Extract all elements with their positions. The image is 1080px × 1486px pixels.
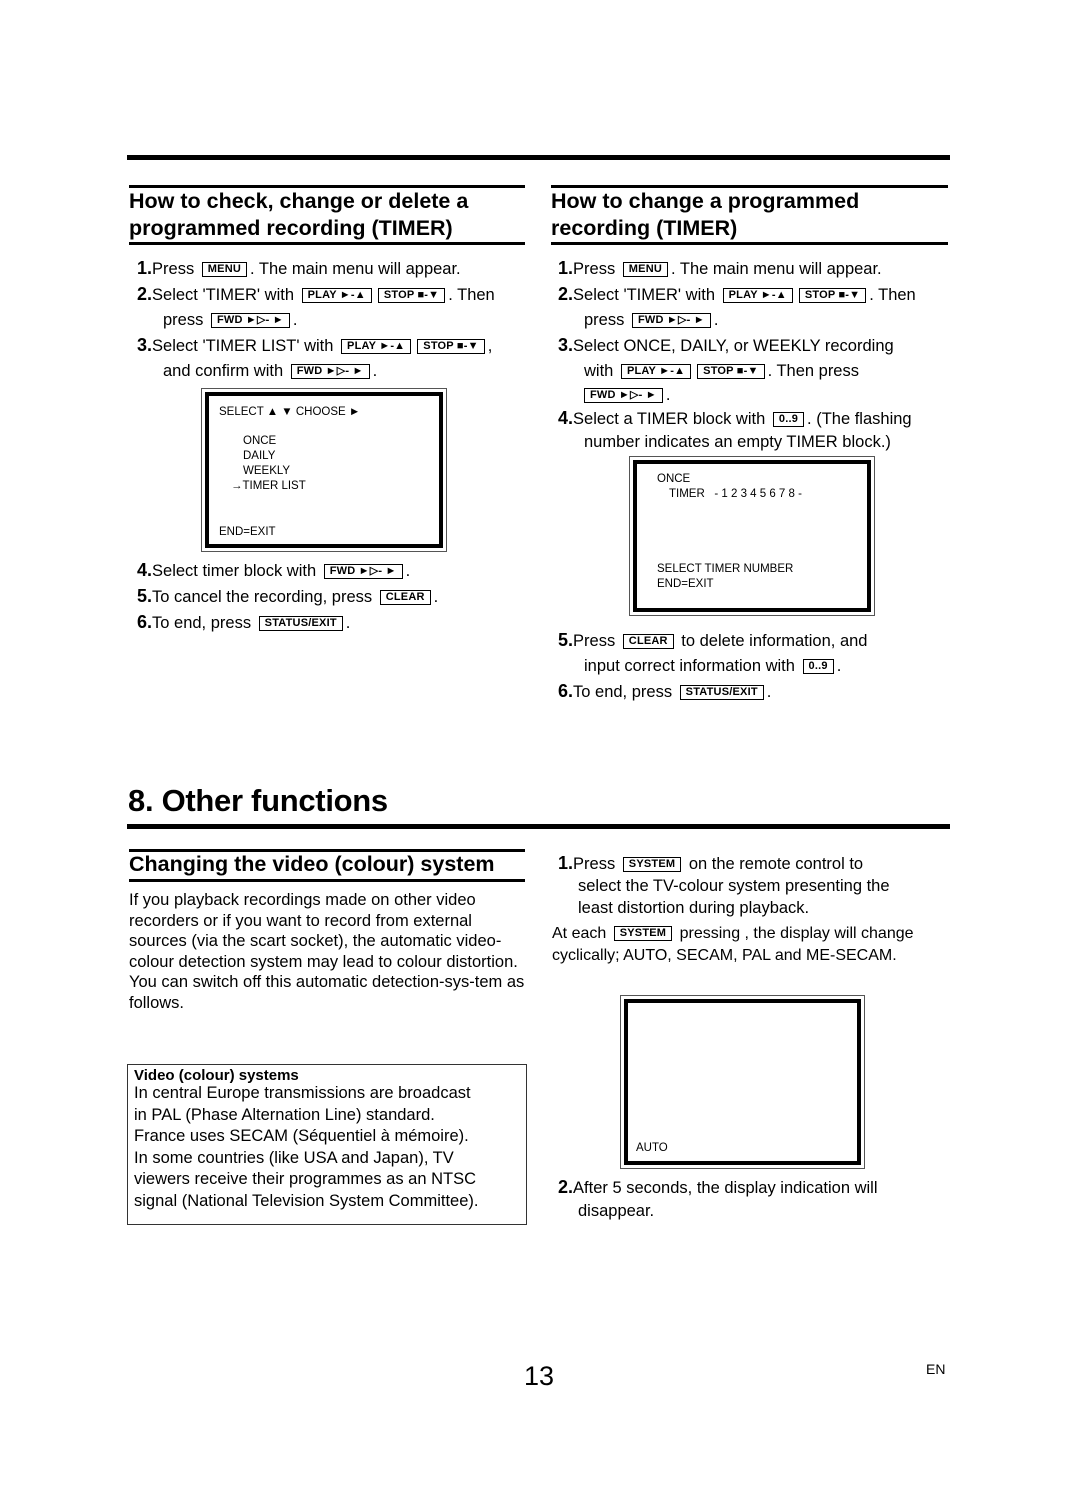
osd-once: ONCE [243,435,277,447]
step-2-cont: press FWD ►▷- ►. [584,311,719,329]
step-5-cont: input correct information with 0..9. [584,657,842,675]
step-3-cont2: FWD ►▷- ►. [558,384,916,406]
status-exit-key: STATUS/EXIT [679,685,764,700]
timer-menu-osd: SELECT ▲ ▼ CHOOSE ► ONCE DAILY WEEKLY →T… [201,388,447,552]
step-4: 4.Select a TIMER block with 0..9. (The f… [558,408,912,428]
clear-key: CLEAR [379,590,431,605]
step-1: 1.Press MENU. The main menu will appear. [137,258,461,278]
system-key: SYSTEM [622,857,682,872]
colour-system-osd: AUTO [620,995,865,1169]
colour-heading-rule-bottom [129,879,525,882]
colour-section-title: Changing the video (colour) system [129,852,495,876]
right-steps-1-4: 1.Press MENU. The main menu will appear.… [558,256,916,453]
language-label: EN [926,1361,946,1377]
step-2: 2.Select 'TIMER' with PLAY ►-▲ STOP ■-▼. … [137,284,495,304]
step-4-cont: number indicates an empty TIMER block.) [584,433,891,451]
chapter-title: 8. Other functions [128,783,388,818]
menu-key: MENU [201,262,247,277]
osd-timer-numbers: TIMER - 1 2 3 4 5 6 7 8 - [669,488,802,500]
fwd-key: FWD ►▷- ► [631,313,711,328]
fwd-key: FWD ►▷- ► [210,313,290,328]
digits-key: 0..9 [772,412,805,427]
right-section-title: How to change a programmed recording (TI… [551,189,860,240]
step-5: 5.Press CLEAR to delete information, and [558,630,868,650]
osd-end-exit: END=EXIT [657,578,714,590]
step-6: 6.To end, press STATUS/EXIT. [558,681,772,701]
colour-para-2: You can switch off this automatic detect… [129,973,525,1012]
osd-once: ONCE [657,473,691,485]
step-3-cont: with PLAY ►-▲ STOP ■-▼. Then press [584,362,859,380]
info-box-title: Video (colour) systems [134,1067,299,1084]
osd-select-line: SELECT ▲ ▼ CHOOSE ► [219,406,361,418]
step-6: 6.To end, press STATUS/EXIT. [137,612,351,632]
osd-auto: AUTO [636,1142,668,1154]
top-rule [127,155,950,160]
step-4: 4.Select timer block with FWD ►▷- ►. [137,560,411,580]
left-steps-1-3: 1.Press MENU. The main menu will appear.… [137,256,495,384]
colour-para-1: If you playback recordings made on other… [129,891,518,971]
status-exit-key: STATUS/EXIT [258,616,343,631]
clear-key: CLEAR [622,634,674,649]
play-key: PLAY ►-▲ [722,288,793,303]
left-section-title: How to check, change or delete a program… [129,189,469,240]
osd-select-timer-number: SELECT TIMER NUMBER [657,563,794,575]
osd-timer-list: →TIMER LIST [231,480,306,492]
osd-weekly: WEEKLY [243,465,291,477]
step-3: 3.Select ONCE, DAILY, or WEEKLY recordin… [558,335,894,355]
left-steps-4-6: 4.Select timer block with FWD ►▷- ►. 5.T… [137,558,438,636]
chapter-rule [127,824,950,829]
left-heading-rule-bottom [129,242,525,245]
right-heading-rule-bottom [551,242,948,245]
system-key: SYSTEM [613,926,673,941]
colour-intro: If you playback recordings made on other… [129,890,529,1013]
colour-step-1: 1.Press SYSTEM on the remote control to … [558,853,890,917]
video-colour-systems-box: Video (colour) systems In central Europe… [127,1064,527,1225]
colour-step-2: 2.After 5 seconds, the display indicatio… [558,1177,878,1220]
stop-key: STOP ■-▼ [417,339,485,354]
fwd-key: FWD ►▷- ► [584,388,663,403]
step-3-cont: and confirm with FWD ►▷- ►. [163,362,378,380]
stop-key: STOP ■-▼ [798,288,867,303]
play-key: PLAY ►-▲ [341,339,412,354]
digits-key: 0..9 [802,659,834,674]
menu-key: MENU [622,262,668,277]
system-cycle-note: At each SYSTEM pressing , the display wi… [552,925,914,964]
osd-daily: DAILY [243,450,276,462]
play-key: PLAY ►-▲ [620,364,692,379]
step-2: 2.Select 'TIMER' with PLAY ►-▲ STOP ■-▼. … [558,284,916,304]
step-2-cont: press FWD ►▷- ►. [163,311,298,329]
osd-end-exit: END=EXIT [219,526,276,538]
stop-key: STOP ■-▼ [697,364,765,379]
right-steps-5-6: 5.Press CLEAR to delete information, and… [558,628,868,705]
fwd-key: FWD ►▷- ► [323,564,403,579]
page-number: 13 [524,1361,555,1391]
step-5: 5.To cancel the recording, press CLEAR. [137,586,439,606]
stop-key: STOP ■-▼ [377,288,446,303]
fwd-key: FWD ►▷- ► [290,364,370,379]
timer-select-osd: ONCE TIMER - 1 2 3 4 5 6 7 8 - SELECT TI… [629,456,875,616]
play-key: PLAY ►-▲ [301,288,372,303]
info-box-body: In central Europe transmissions are broa… [134,1084,479,1210]
step-1: 1.Press MENU. The main menu will appear. [558,258,882,278]
step-3: 3.Select 'TIMER LIST' with PLAY ►-▲ STOP … [137,335,493,355]
